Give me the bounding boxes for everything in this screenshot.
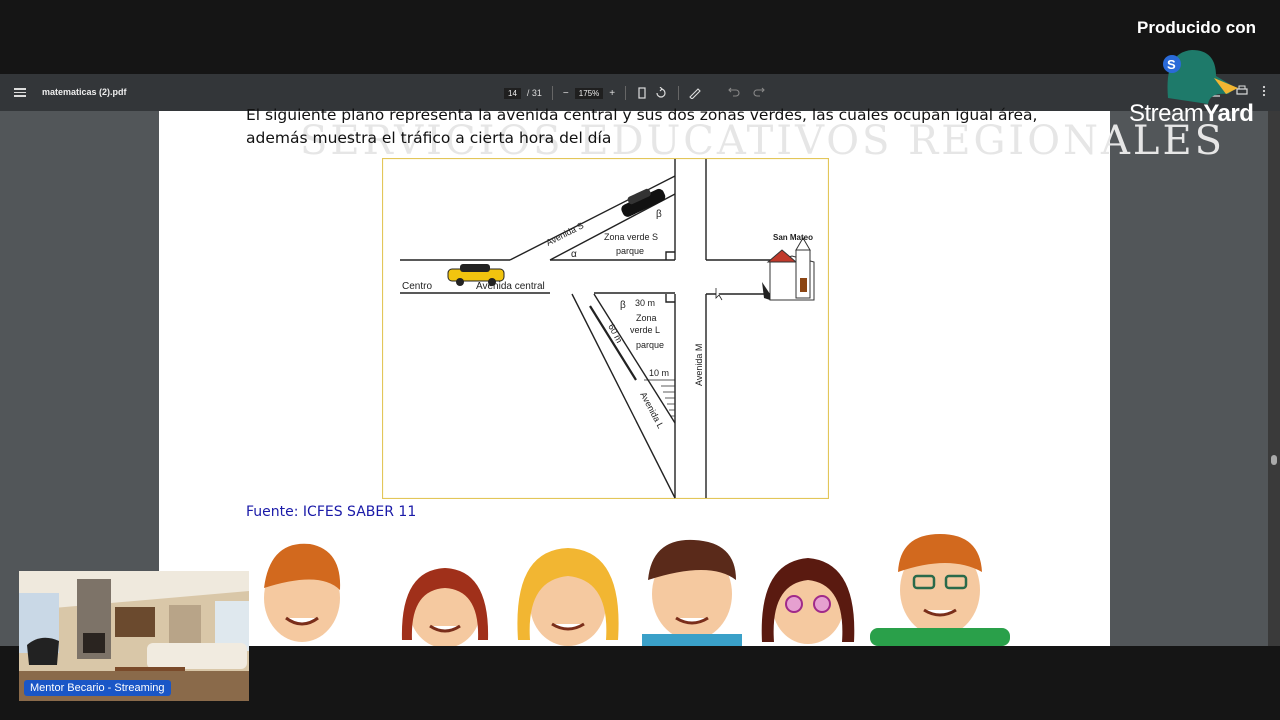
vertical-scrollbar[interactable] [1268, 111, 1280, 646]
rotate-icon[interactable] [654, 87, 668, 99]
label-zona-l-3: parque [636, 340, 664, 350]
label-beta-bottom: β [620, 300, 626, 311]
zoom-input[interactable]: 175% [574, 87, 604, 99]
camera-name-badge: Mentor Becario - Streaming [24, 680, 171, 696]
character-woman-glasses-icon [761, 558, 855, 644]
label-centro: Centro [402, 281, 432, 292]
street-plan-figure: Centro Avenida central Avenida S Zona ve… [382, 158, 829, 499]
label-parque-s: parque [616, 246, 644, 256]
label-10m: 10 m [649, 368, 669, 378]
label-alpha: α [571, 249, 577, 260]
svg-text:S: S [1167, 57, 1176, 72]
toolbar-divider [551, 86, 553, 100]
label-zona-l-2: verde L [630, 325, 660, 335]
redo-icon[interactable] [753, 87, 765, 99]
toolbar-divider [625, 86, 627, 100]
scrollbar-thumb[interactable] [1271, 455, 1277, 465]
stream-top-band [0, 0, 1280, 74]
page-zoom-controls: 14 / 31 − 175% + [504, 85, 765, 101]
streamyard-wordmark: StreamYard [1129, 100, 1254, 128]
label-zona-l-1: Zona [636, 313, 657, 323]
undo-icon[interactable] [721, 87, 747, 99]
label-beta-top: β [656, 209, 662, 220]
document-title: matematicas (2).pdf [42, 87, 127, 97]
page-total: / 31 [526, 88, 542, 98]
brand-yard: Yard [1203, 100, 1254, 127]
zoom-in-button[interactable]: + [609, 88, 615, 99]
label-avenida-central: Avenida central [476, 281, 545, 292]
produced-by-label: Producido con [1137, 18, 1256, 37]
cartoon-characters-illustration [264, 534, 1010, 646]
character-boy-icon [264, 543, 341, 642]
label-avenida-m: Avenida M [694, 344, 704, 386]
annotate-icon[interactable] [689, 87, 703, 99]
zoom-out-button[interactable]: − [563, 88, 569, 99]
character-man-glasses-icon [870, 534, 1010, 646]
source-caption: Fuente: ICFES SABER 11 [246, 504, 417, 520]
brand-stream: Stream [1129, 100, 1204, 127]
menu-icon[interactable] [14, 86, 26, 98]
character-girl-icon [401, 568, 489, 646]
page-number-input[interactable]: 14 [504, 87, 521, 99]
label-30m: 30 m [635, 298, 655, 308]
label-san-mateo: San Mateo [773, 233, 813, 242]
label-zona-verde-s: Zona verde S [604, 232, 658, 242]
toolbar-divider [678, 86, 680, 100]
fit-page-icon[interactable] [636, 87, 648, 99]
character-man-beard-icon [642, 539, 742, 646]
character-blonde-girl-icon [517, 548, 619, 646]
question-paragraph: El siguiente plano representa la avenida… [246, 106, 1038, 147]
